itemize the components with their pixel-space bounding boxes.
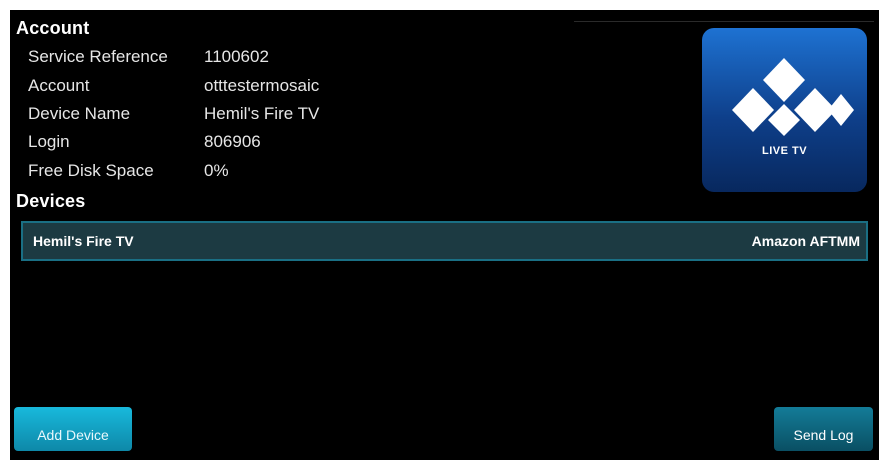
account-screen: Account Service Reference 1100602 Accoun… — [10, 10, 879, 460]
info-label: Free Disk Space — [28, 161, 154, 180]
info-label: Login — [28, 132, 70, 151]
info-row-account: Account otttestermosaic — [28, 76, 548, 100]
info-value: otttestermosaic — [204, 76, 320, 95]
live-tv-logo: LIVE TV — [702, 28, 867, 192]
info-value: 0% — [204, 161, 229, 180]
devices-section-title: Devices — [16, 191, 86, 211]
diamond-logo-icon — [732, 58, 854, 136]
info-row-login: Login 806906 — [28, 132, 548, 156]
device-model: Amazon AFTMM — [751, 233, 860, 249]
info-value: Hemil's Fire TV — [204, 104, 320, 123]
info-value: 806906 — [204, 132, 261, 151]
info-label: Device Name — [28, 104, 131, 123]
add-device-button[interactable]: Add Device — [14, 407, 132, 451]
device-name: Hemil's Fire TV — [33, 233, 134, 249]
logo-text: LIVE TV — [761, 145, 808, 157]
info-row-device-name: Device Name Hemil's Fire TV — [28, 104, 548, 128]
info-label: Service Reference — [28, 47, 168, 66]
send-log-button[interactable]: Send Log — [774, 407, 873, 451]
info-value: 1100602 — [204, 47, 269, 66]
device-list-item[interactable]: Hemil's Fire TV Amazon AFTMM — [21, 221, 868, 261]
account-section-title: Account — [16, 18, 90, 38]
info-label: Account — [28, 76, 90, 95]
info-row-service-reference: Service Reference 1100602 — [28, 47, 548, 71]
divider — [574, 21, 874, 22]
add-device-label: Add Device — [37, 427, 109, 443]
send-log-label: Send Log — [793, 427, 854, 443]
info-row-free-disk-space: Free Disk Space 0% — [28, 161, 548, 185]
